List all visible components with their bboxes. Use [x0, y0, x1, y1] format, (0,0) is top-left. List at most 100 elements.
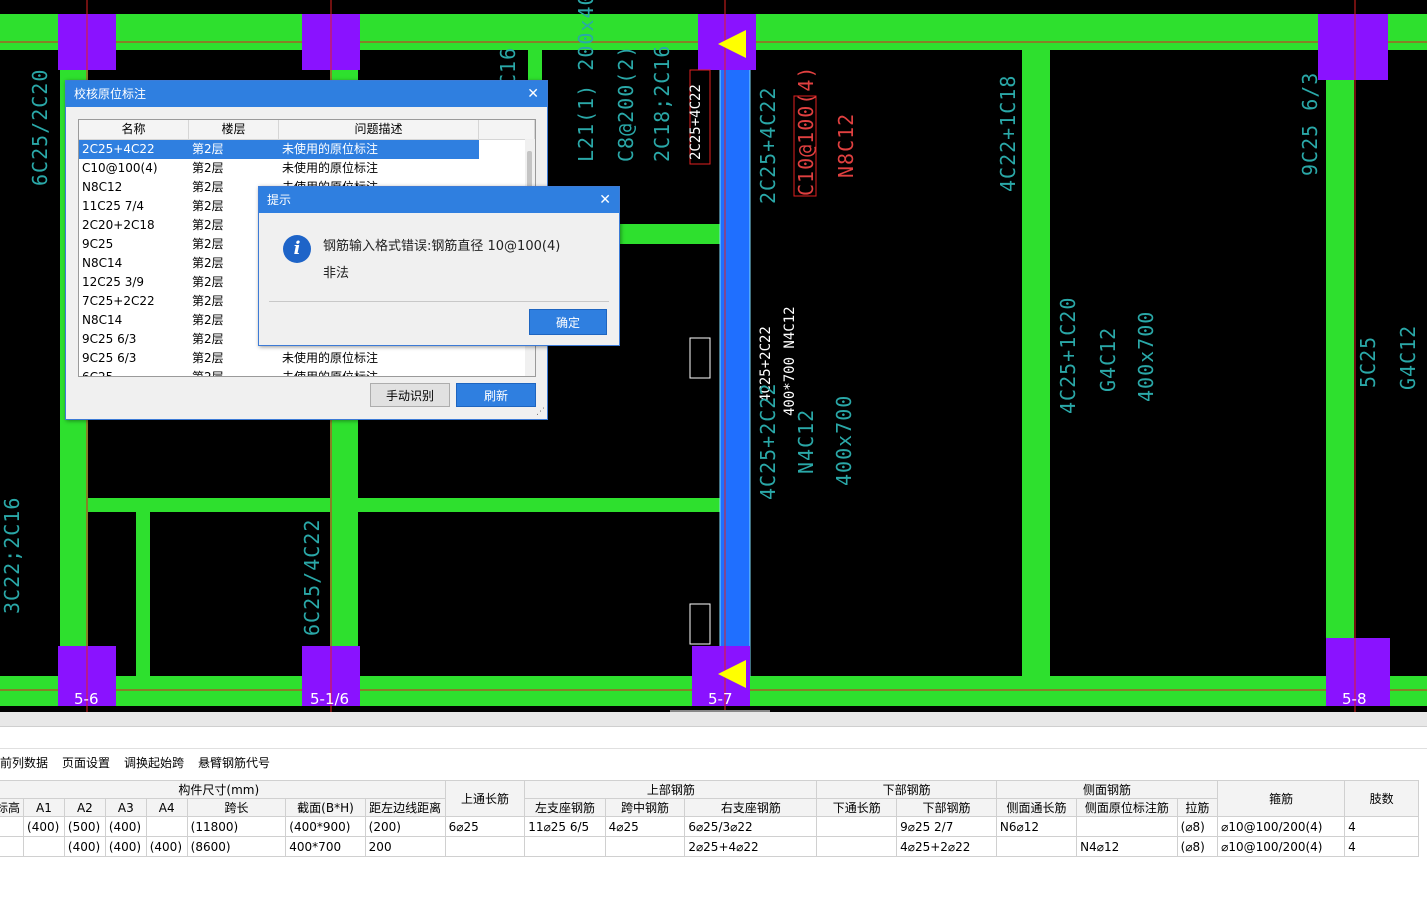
- cad-text[interactable]: C10@100(4): [794, 66, 818, 196]
- sub-header: A1: [23, 798, 65, 817]
- table-cell[interactable]: 9⌀25 2/7: [896, 816, 997, 837]
- table-cell[interactable]: 4: [1344, 816, 1419, 837]
- toolbar-cantilever-code[interactable]: 悬臂钢筋代号: [198, 754, 270, 774]
- table-cell[interactable]: 6⌀25/3⌀22: [684, 816, 818, 837]
- list-cell-name: 6C25: [82, 370, 114, 377]
- list-cell-name: C10@100(4): [82, 161, 158, 175]
- cad-text[interactable]: 4C25+1C20: [1056, 297, 1080, 414]
- table-cell[interactable]: (200): [364, 816, 446, 837]
- cad-text[interactable]: 2C25+4C22: [756, 87, 780, 204]
- table-cell[interactable]: [145, 816, 188, 837]
- table-cell[interactable]: 4⌀25+2⌀22: [896, 836, 997, 857]
- table-cell[interactable]: (400): [63, 836, 106, 857]
- table-cell[interactable]: [444, 836, 526, 857]
- table-cell[interactable]: [816, 836, 898, 857]
- list-cell-floor: 第2层: [192, 161, 224, 175]
- cad-text[interactable]: 400x700: [832, 395, 856, 486]
- cad-text[interactable]: 400*700 N4C12: [782, 306, 798, 416]
- alert-titlebar[interactable]: 提示 ✕: [259, 187, 619, 213]
- alert-dialog[interactable]: 提示 ✕ i 钢筋输入格式错误:钢筋直径 10@100(4) 非法 确定: [258, 186, 620, 346]
- table-cell[interactable]: (8600): [186, 836, 287, 857]
- splitter-bar[interactable]: [0, 712, 1427, 727]
- table-cell[interactable]: 2⌀25+4⌀22: [684, 836, 818, 857]
- table-cell[interactable]: [0, 816, 25, 837]
- cad-text[interactable]: N4C12: [794, 409, 818, 474]
- cad-text[interactable]: 6C25/2C20: [28, 69, 52, 186]
- table-cell[interactable]: [524, 836, 606, 857]
- list-cell-name: N8C14: [82, 256, 123, 270]
- cad-text[interactable]: L21(1) 200x400: [574, 0, 598, 162]
- cad-text[interactable]: 3C22;2C16: [0, 497, 24, 614]
- beam-secondary-2[interactable]: [136, 512, 150, 676]
- table-row[interactable]: (400) (500) (400) (11800) (400*900) (200) 6⌀25…: [0, 816, 1419, 837]
- toolbar-prev-data[interactable]: 前列数据: [0, 754, 48, 774]
- table-cell[interactable]: (11800): [186, 816, 287, 837]
- table-cell[interactable]: (500): [63, 816, 106, 837]
- column-header-desc[interactable]: 问题描述: [279, 120, 479, 139]
- list-item[interactable]: 6C25 第2层 未使用的原位标注: [79, 368, 535, 377]
- toolbar-page-setup[interactable]: 页面设置: [62, 754, 110, 774]
- table-row[interactable]: (400) (400) (400) (8600) 400*700 200 2⌀25+4⌀22…: [0, 836, 1419, 857]
- resize-grip-icon[interactable]: ⋰: [536, 407, 545, 417]
- table-cell[interactable]: (⌀8): [1176, 816, 1219, 837]
- column-header-floor[interactable]: 楼层: [189, 120, 279, 139]
- sub-header: 下通长筋: [816, 798, 898, 817]
- table-cell[interactable]: [816, 816, 898, 837]
- column-4[interactable]: [1318, 14, 1388, 80]
- table-cell[interactable]: (⌀8): [1176, 836, 1219, 857]
- table-cell[interactable]: (400): [145, 836, 188, 857]
- column-header-name[interactable]: 名称: [79, 120, 189, 139]
- table-cell[interactable]: 4: [1344, 836, 1419, 857]
- table-cell[interactable]: [1076, 816, 1178, 837]
- table-cell[interactable]: ⌀10@100/200(4): [1217, 816, 1346, 837]
- cad-text[interactable]: C8@200(2): [614, 45, 638, 162]
- alert-message-line2: 非法: [323, 266, 350, 281]
- cad-text[interactable]: 2C18;2C16: [650, 45, 674, 162]
- table-cell[interactable]: 400*700: [285, 836, 366, 857]
- cad-text[interactable]: G4C12: [1396, 325, 1420, 390]
- table-cell[interactable]: 11⌀25 6/5: [524, 816, 606, 837]
- toolbar-swap-start-span[interactable]: 调换起始跨: [124, 754, 184, 774]
- table-cell[interactable]: [0, 836, 25, 857]
- check-dialog-titlebar[interactable]: 校核原位标注 ✕: [66, 81, 547, 107]
- cad-text[interactable]: 400x700: [1134, 311, 1158, 402]
- cad-text[interactable]: 9C25 6/3: [1298, 72, 1322, 176]
- list-cell-floor: 第2层: [192, 142, 224, 156]
- close-icon[interactable]: ✕: [527, 81, 539, 107]
- cad-text[interactable]: 2C25+4C22: [688, 84, 704, 160]
- table-cell[interactable]: ⌀10@100/200(4): [1217, 836, 1346, 857]
- cad-text[interactable]: 4C25+2C22: [756, 383, 780, 500]
- list-cell-desc: 未使用的原位标注: [282, 142, 379, 156]
- beam-col-5[interactable]: [1326, 50, 1354, 676]
- beam-col-4[interactable]: [1022, 50, 1050, 676]
- table-cell[interactable]: (400*900): [285, 816, 366, 837]
- beam-rebar-table[interactable]: 构件尺寸(mm) 上通长筋 上部钢筋 下部钢筋 侧面钢筋 箍筋 肢数 标高A1A…: [0, 780, 1419, 857]
- beam-secondary-h1[interactable]: [88, 498, 720, 512]
- alert-message-line1: 钢筋输入格式错误:钢筋直径 10@100(4): [323, 239, 561, 254]
- table-cell[interactable]: (400): [23, 816, 65, 837]
- list-item[interactable]: C10@100(4) 第2层 未使用的原位标注: [79, 159, 535, 178]
- cad-text[interactable]: 6C25/4C22: [300, 519, 324, 636]
- table-cell[interactable]: 4⌀25: [604, 816, 686, 837]
- sub-header: 侧面通长筋: [995, 798, 1078, 817]
- list-item[interactable]: 9C25 6/3 第2层 未使用的原位标注: [79, 349, 535, 368]
- table-cell[interactable]: (400): [104, 816, 147, 837]
- cad-text[interactable]: G4C12: [1096, 327, 1120, 392]
- close-icon[interactable]: ✕: [599, 187, 611, 213]
- table-cell[interactable]: N6⌀12: [995, 816, 1078, 837]
- table-cell[interactable]: 6⌀25: [444, 816, 526, 837]
- table-cell[interactable]: [604, 836, 686, 857]
- list-item[interactable]: 2C25+4C22 第2层 未使用的原位标注: [79, 140, 479, 159]
- refresh-button[interactable]: 刷新: [456, 383, 536, 407]
- table-cell[interactable]: (400): [104, 836, 147, 857]
- table-cell[interactable]: 200: [364, 836, 446, 857]
- sub-header: 右支座钢筋: [684, 798, 818, 817]
- table-cell[interactable]: N4⌀12: [1076, 836, 1178, 857]
- cad-text[interactable]: N8C12: [834, 113, 858, 178]
- manual-identify-button[interactable]: 手动识别: [370, 383, 450, 407]
- cad-text[interactable]: 4C22+1C18: [996, 75, 1020, 192]
- table-cell[interactable]: [23, 836, 65, 857]
- cad-text[interactable]: 5C25: [1356, 336, 1380, 388]
- table-cell[interactable]: [995, 836, 1078, 857]
- ok-button[interactable]: 确定: [529, 309, 607, 335]
